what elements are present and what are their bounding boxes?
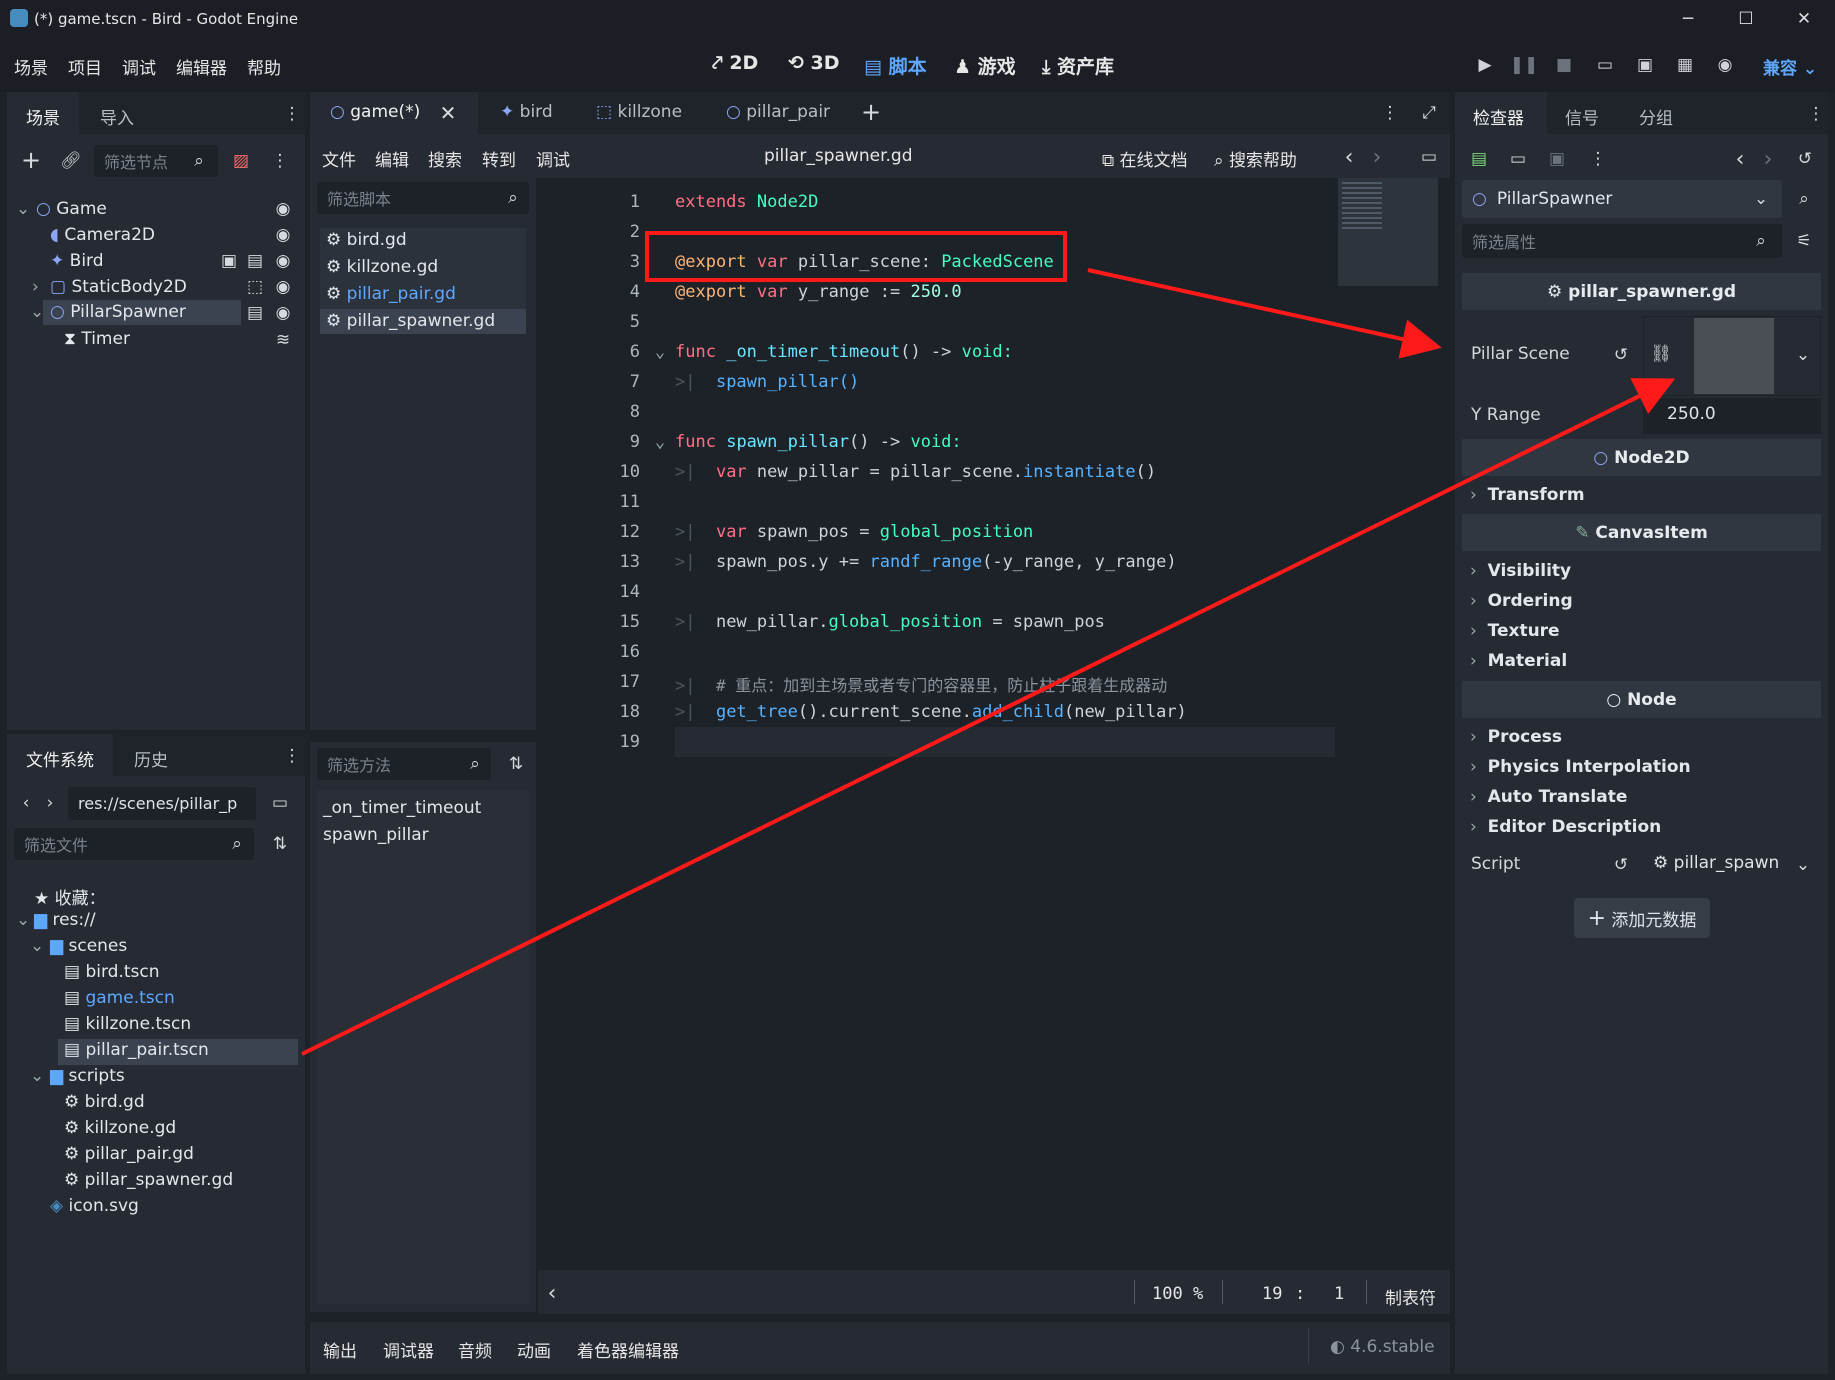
arrow-drag-to-field — [301, 378, 1676, 1056]
highlight-box — [645, 231, 1067, 282]
arrow-to-pillar-scene — [1087, 268, 1442, 359]
annotation-overlay — [301, 231, 1676, 1056]
